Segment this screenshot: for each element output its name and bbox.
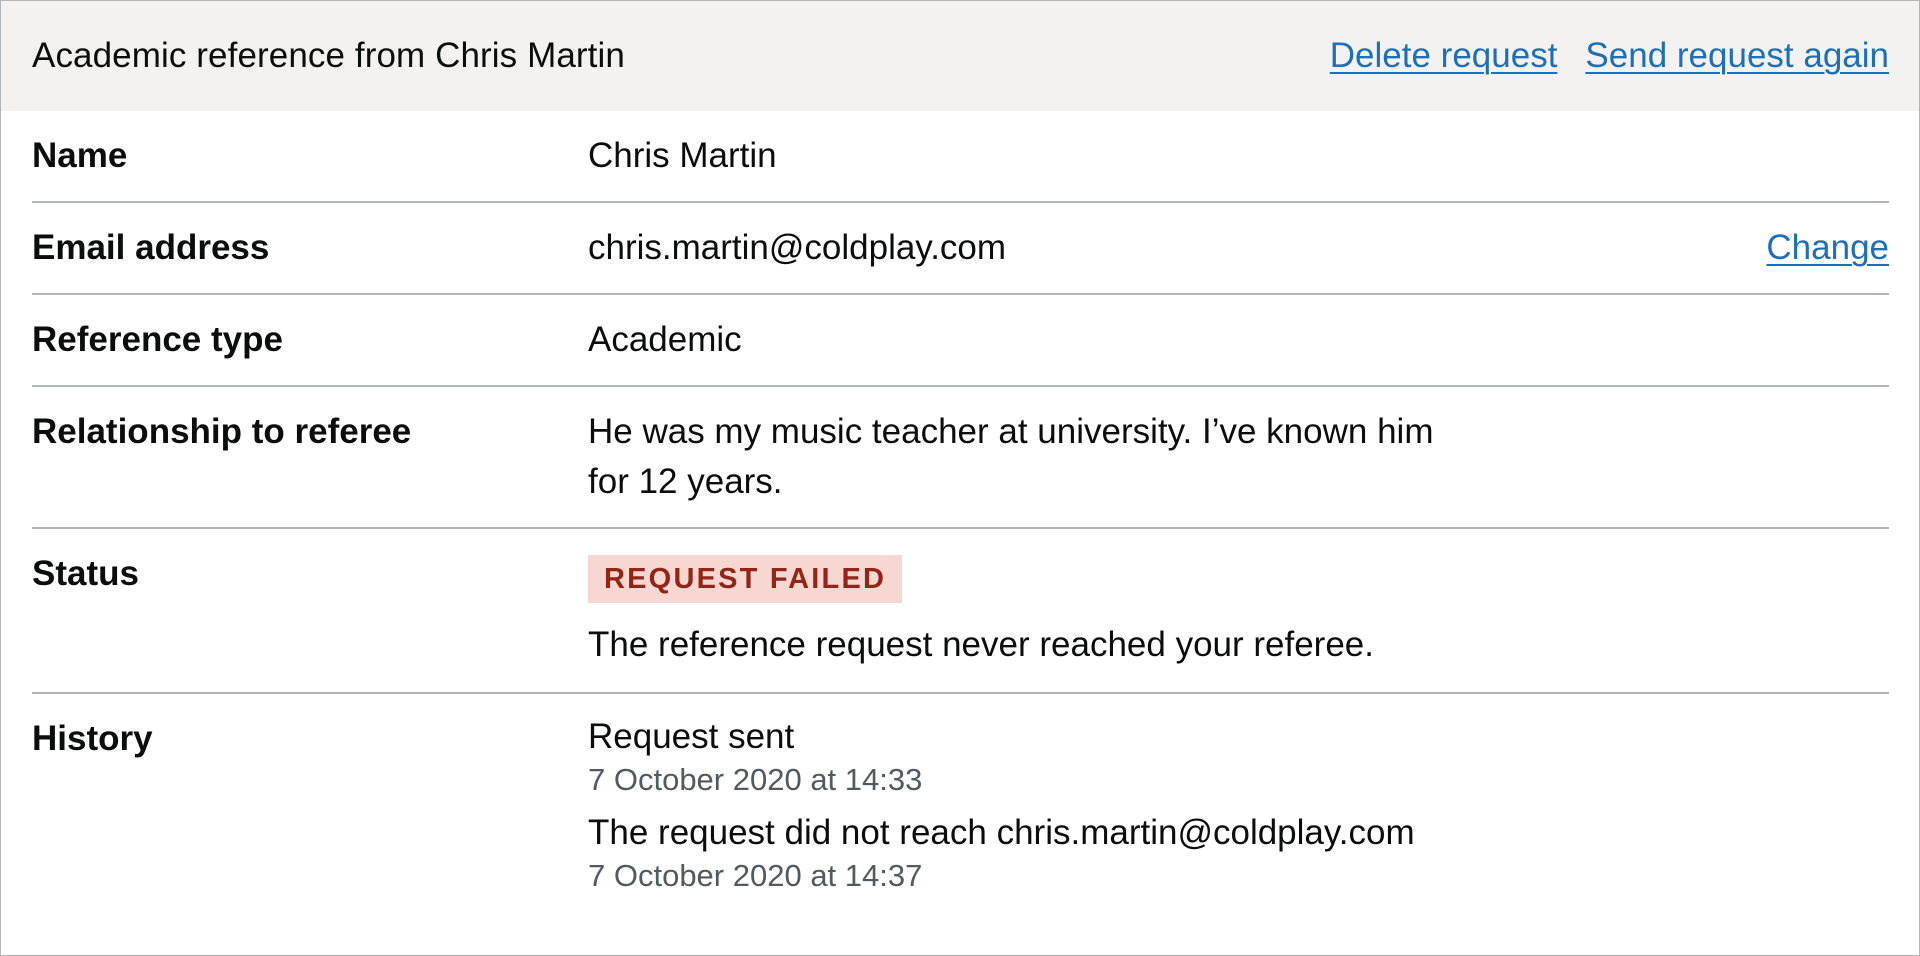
history-event-text: The request did not reach chris.martin@c… <box>588 813 1415 852</box>
delete-request-link[interactable]: Delete request <box>1330 36 1558 76</box>
summary-row-name: Name Chris Martin <box>32 111 1889 203</box>
row-value-relationship: He was my music teacher at university. I… <box>588 407 1889 507</box>
summary-row-history: History Request sent 7 October 2020 at 1… <box>32 694 1889 916</box>
reference-summary-card: Academic reference from Chris Martin Del… <box>0 0 1920 956</box>
row-value-history: Request sent 7 October 2020 at 14:33 The… <box>588 714 1889 896</box>
summary-row-relationship: Relationship to referee He was my music … <box>32 387 1889 529</box>
card-title: Academic reference from Chris Martin <box>32 36 625 75</box>
relationship-line-2: for 12 years. <box>588 462 783 501</box>
summary-list: Name Chris Martin Email address chris.ma… <box>1 111 1919 916</box>
row-key-history: History <box>32 719 153 758</box>
row-key-relationship: Relationship to referee <box>32 412 412 451</box>
change-email-link[interactable]: Change <box>1766 228 1889 267</box>
send-request-again-link[interactable]: Send request again <box>1585 36 1889 76</box>
row-value-reference-type: Academic <box>588 320 742 359</box>
summary-row-reference-type: Reference type Academic <box>32 295 1889 387</box>
row-key-status: Status <box>32 554 139 593</box>
summary-row-email: Email address chris.martin@coldplay.com … <box>32 203 1889 295</box>
row-key-name: Name <box>32 136 128 175</box>
row-key-reference-type: Reference type <box>32 320 283 359</box>
history-item: Request sent 7 October 2020 at 14:33 <box>588 714 1889 800</box>
card-header: Academic reference from Chris Martin Del… <box>1 1 1919 111</box>
row-key-email: Email address <box>32 228 270 267</box>
status-badge: REQUEST FAILED <box>588 555 903 603</box>
history-event-time: 7 October 2020 at 14:37 <box>588 858 923 893</box>
history-item: The request did not reach chris.martin@c… <box>588 810 1889 896</box>
status-message: The reference request never reached your… <box>588 625 1374 664</box>
relationship-line-1: He was my music teacher at university. I… <box>588 412 1434 451</box>
history-event-time: 7 October 2020 at 14:33 <box>588 762 923 797</box>
row-value-status: REQUEST FAILED The reference request nev… <box>588 549 1889 672</box>
history-event-text: Request sent <box>588 717 795 756</box>
summary-row-status: Status REQUEST FAILED The reference requ… <box>32 529 1889 694</box>
card-actions: Delete request Send request again <box>1330 36 1889 76</box>
row-value-email: chris.martin@coldplay.com <box>588 228 1007 267</box>
row-value-name: Chris Martin <box>588 136 777 175</box>
